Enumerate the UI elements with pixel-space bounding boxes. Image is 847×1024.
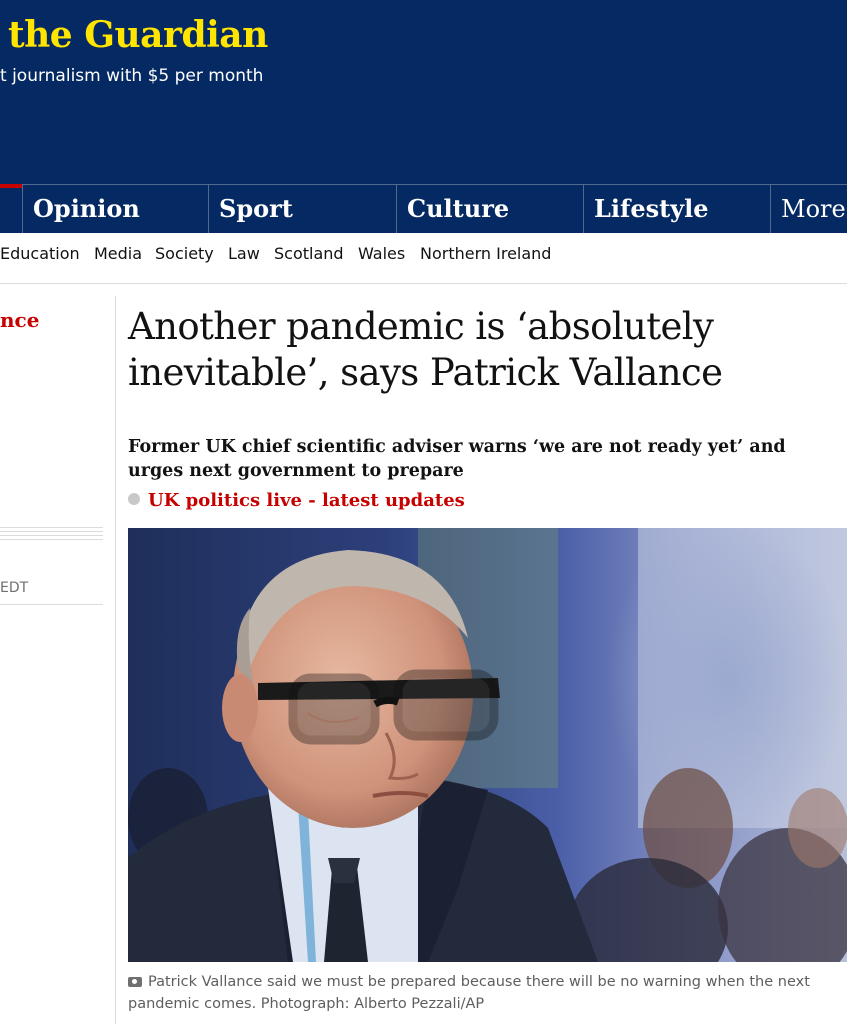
subnav-education[interactable]: Education [0, 244, 80, 263]
article-main-image[interactable] [128, 528, 847, 962]
subnav-northern-ireland[interactable]: Northern Ireland [420, 244, 551, 263]
sub-nav: Education Media Society Law Scotland Wal… [0, 244, 847, 274]
masthead: the Guardian t journalism with $5 per mo… [0, 0, 847, 184]
live-updates-label: UK politics live - latest updates [148, 490, 465, 511]
column-divider [115, 296, 116, 1024]
support-banner-text[interactable]: t journalism with $5 per month [0, 66, 263, 86]
left-timestamp-divider [0, 604, 103, 605]
pillar-lifestyle[interactable]: Lifestyle [583, 185, 770, 233]
subnav-scotland[interactable]: Scotland [274, 244, 344, 263]
pillar-sport[interactable]: Sport [208, 185, 396, 233]
live-updates-link[interactable]: UK politics live - latest updates [128, 490, 465, 511]
pillar-more[interactable]: More [770, 185, 847, 233]
left-kicker[interactable]: nce [0, 308, 39, 332]
subnav-society[interactable]: Society [155, 244, 214, 263]
left-rules [0, 527, 103, 543]
subnav-media[interactable]: Media [94, 244, 142, 263]
photo-of-man-in-glasses [128, 528, 847, 962]
news-pillar-accent [0, 184, 22, 188]
pillar-culture[interactable]: Culture [396, 185, 583, 233]
image-caption: Patrick Vallance said we must be prepare… [128, 971, 828, 1015]
camera-icon [128, 977, 142, 987]
pillar-nav: Opinion Sport Culture Lifestyle More [0, 184, 847, 233]
subnav-law[interactable]: Law [228, 244, 260, 263]
article-standfirst: Former UK chief scientific adviser warns… [128, 437, 786, 481]
article-headline: Another pandemic is ‘absolutely inevitab… [128, 305, 723, 394]
caption-text: Patrick Vallance said we must be prepare… [128, 974, 810, 1012]
subnav-divider [0, 283, 847, 284]
subnav-wales[interactable]: Wales [358, 244, 405, 263]
pillar-opinion[interactable]: Opinion [22, 185, 208, 233]
left-timestamp: EDT [0, 580, 29, 596]
live-dot-icon [128, 493, 140, 505]
guardian-logo[interactable]: the Guardian [8, 14, 268, 56]
